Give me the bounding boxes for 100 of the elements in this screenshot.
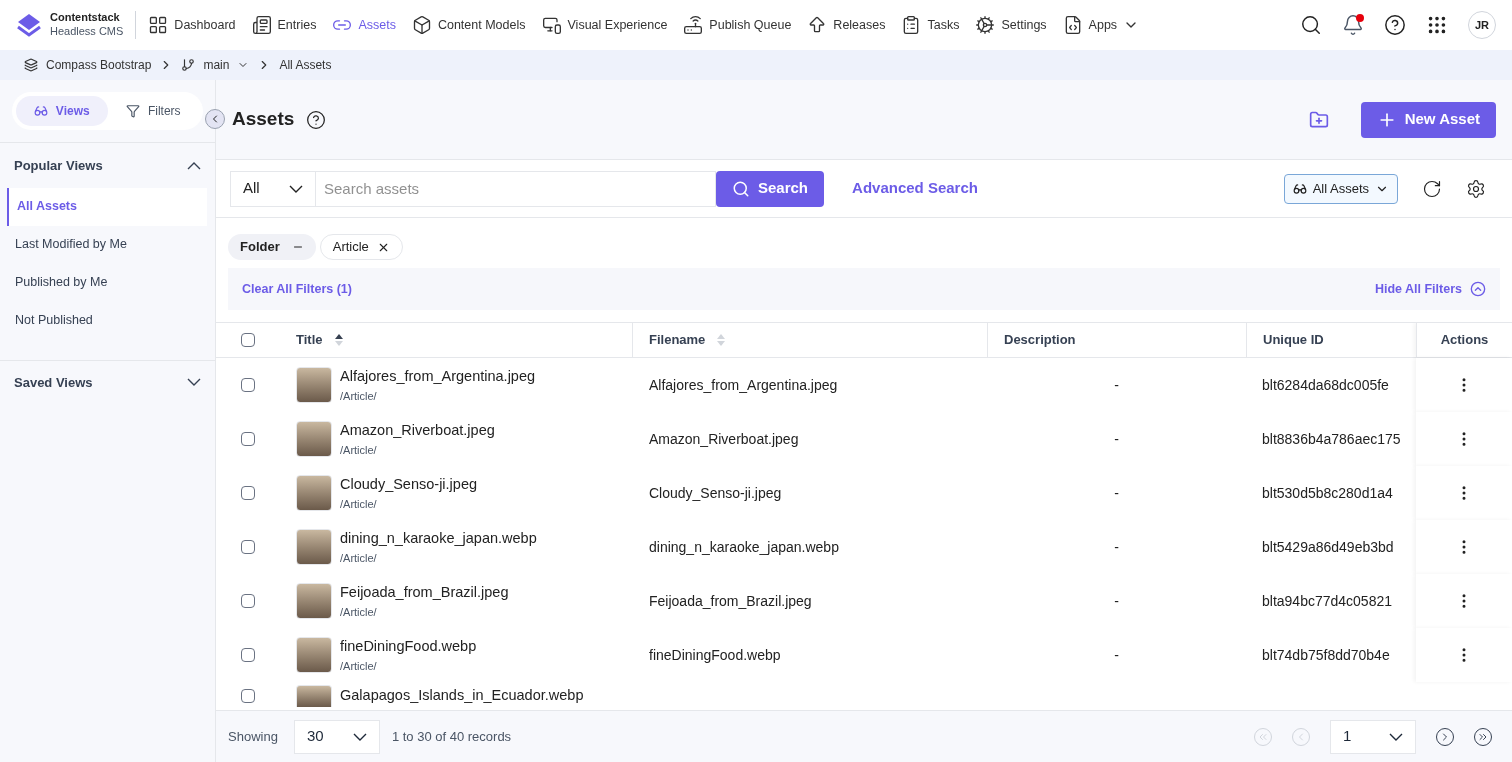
search-button[interactable]: Search (716, 170, 825, 207)
brand-name: Contentstack (50, 11, 121, 25)
asset-title[interactable]: Feijoada_from_Brazil.jpeg (340, 581, 509, 604)
showing-label: Showing (228, 727, 278, 746)
table-cell-text: Feijoada_from_Brazil.jpeg (649, 591, 812, 611)
search-icon[interactable] (1300, 14, 1322, 36)
nav-item[interactable]: Releases (807, 15, 886, 35)
settings-icon[interactable] (1466, 178, 1486, 199)
cube-icon (411, 15, 432, 35)
monitor-icon (541, 15, 562, 35)
table-cell-text: dining_n_karaoke_japan.webp (649, 537, 839, 557)
chevron-up-icon (187, 161, 201, 170)
row-checkbox[interactable] (241, 648, 255, 662)
asset-folder: /Article/ (340, 442, 378, 458)
advanced-search-link[interactable]: Advanced Search (852, 177, 978, 200)
new-folder-icon[interactable] (1308, 109, 1329, 130)
asset-title[interactable]: dining_n_karaoke_japan.webp (340, 527, 537, 550)
column-header: Actions (1440, 331, 1489, 350)
sidebar-tab[interactable]: Filters (107, 96, 199, 126)
sort-icon[interactable] (334, 334, 343, 346)
row-checkbox[interactable] (241, 540, 255, 554)
page-select[interactable]: 1 (1330, 719, 1416, 754)
nav-item[interactable]: Dashboard (148, 15, 236, 35)
help-icon[interactable] (1384, 14, 1406, 36)
nav-item[interactable]: Content Models (411, 15, 526, 35)
list-icon (251, 15, 272, 35)
notifications-button[interactable] (1342, 14, 1364, 36)
table-cell-text: - (1114, 537, 1119, 557)
nav-item[interactable]: Visual Experience (541, 15, 668, 35)
filter-chip: Folder (228, 234, 316, 260)
row-checkbox[interactable] (241, 378, 255, 392)
table-cell-text: blt6284da68dc005fe (1262, 375, 1389, 395)
select-all-checkbox[interactable] (241, 333, 255, 347)
sidebar-tab[interactable]: Views (16, 96, 108, 126)
breadcrumb-stack[interactable]: Compass Bootstrap (46, 56, 152, 74)
table-cell-text: blt530d5b8c280d1a4 (1262, 483, 1393, 503)
new-asset-button[interactable]: New Asset (1360, 101, 1496, 138)
view-item[interactable]: Published by Me (7, 263, 207, 302)
filter-icon (125, 104, 140, 118)
asset-folder: /Article/ (340, 496, 378, 512)
table-cell-text: - (1114, 645, 1119, 665)
page-title: Assets (232, 107, 295, 132)
column-header: Unique ID (1263, 331, 1324, 350)
asset-title[interactable]: fineDiningFood.webp (340, 635, 477, 658)
refresh-icon[interactable] (1422, 178, 1442, 199)
nav-item[interactable]: Tasks (901, 15, 960, 35)
table-cell-text: blta94bc77d4c05821 (1262, 591, 1392, 611)
photo-placeholder (296, 685, 332, 707)
row-checkbox[interactable] (241, 486, 255, 500)
asset-title[interactable]: Alfajores_from_Argentina.jpeg (340, 365, 536, 388)
table-cell-text: blt8836b4a786aec175 (1262, 429, 1401, 449)
glasses-icon (33, 104, 48, 118)
column-header: Description (1004, 331, 1076, 350)
table-cell-text: fineDiningFood.webp (649, 645, 781, 665)
table-cell-text: blt74db75f8dd70b4e (1262, 645, 1390, 665)
gear-icon (975, 15, 996, 35)
table-cell-text: blt5429a86d49eb3bd (1262, 537, 1394, 557)
section-header[interactable]: Saved Views (0, 360, 215, 404)
apps-grid-icon[interactable] (1426, 14, 1448, 36)
row-checkbox[interactable] (241, 432, 255, 446)
photo-placeholder (296, 367, 332, 403)
section-header[interactable]: Popular Views (0, 143, 215, 188)
page-size-select[interactable]: 30 (293, 719, 380, 754)
table-cell-text: Alfajores_from_Argentina.jpeg (649, 375, 838, 395)
row-checkbox[interactable] (241, 594, 255, 608)
search-field[interactable]: Search assets (316, 170, 716, 207)
table-cell-text: - (1114, 591, 1119, 611)
nav-item[interactable]: Publish Queue (683, 15, 792, 35)
scope-select[interactable]: All (230, 170, 316, 207)
chevron-down-icon (352, 732, 367, 741)
breadcrumb-branch[interactable]: main (203, 56, 230, 74)
asset-title[interactable]: Amazon_Riverboat.jpeg (340, 419, 495, 442)
photo-placeholder (296, 421, 332, 457)
router-icon (683, 15, 704, 35)
chevron-down-icon (1389, 732, 1403, 741)
hide-filters-link[interactable]: Hide All Filters (1374, 279, 1486, 299)
table-cell-text: Cloudy_Senso-ji.jpeg (649, 483, 782, 503)
photo-placeholder (296, 583, 332, 619)
logo-icon (16, 12, 42, 38)
branch-icon (181, 58, 196, 72)
view-item[interactable]: Not Published (7, 301, 207, 340)
nav-item[interactable]: Apps (1062, 15, 1140, 35)
nav-item[interactable]: Entries (251, 15, 317, 35)
nav-item[interactable]: Settings (975, 15, 1047, 35)
brand-subtitle: Headless CMS (50, 25, 124, 39)
row-checkbox[interactable] (241, 689, 255, 703)
chevron-down-icon (187, 378, 201, 387)
nav-item[interactable]: Assets (332, 15, 396, 35)
clear-filters-link[interactable]: Clear All Filters (1) (242, 279, 352, 299)
chevron-up-icon (1470, 281, 1486, 297)
view-item[interactable]: All Assets (7, 187, 207, 226)
view-item[interactable]: Last Modified by Me (7, 225, 207, 264)
asset-title[interactable]: Galapagos_Islands_in_Ecuador.webp (340, 685, 584, 707)
view-select[interactable]: All Assets (1283, 173, 1398, 204)
stack-icon (24, 58, 38, 72)
photo-placeholder (296, 529, 332, 565)
asset-title[interactable]: Cloudy_Senso-ji.jpeg (340, 473, 478, 496)
breadcrumb-page: All Assets (279, 57, 332, 74)
table-cell-text: - (1114, 375, 1119, 395)
help-icon[interactable] (306, 109, 327, 130)
